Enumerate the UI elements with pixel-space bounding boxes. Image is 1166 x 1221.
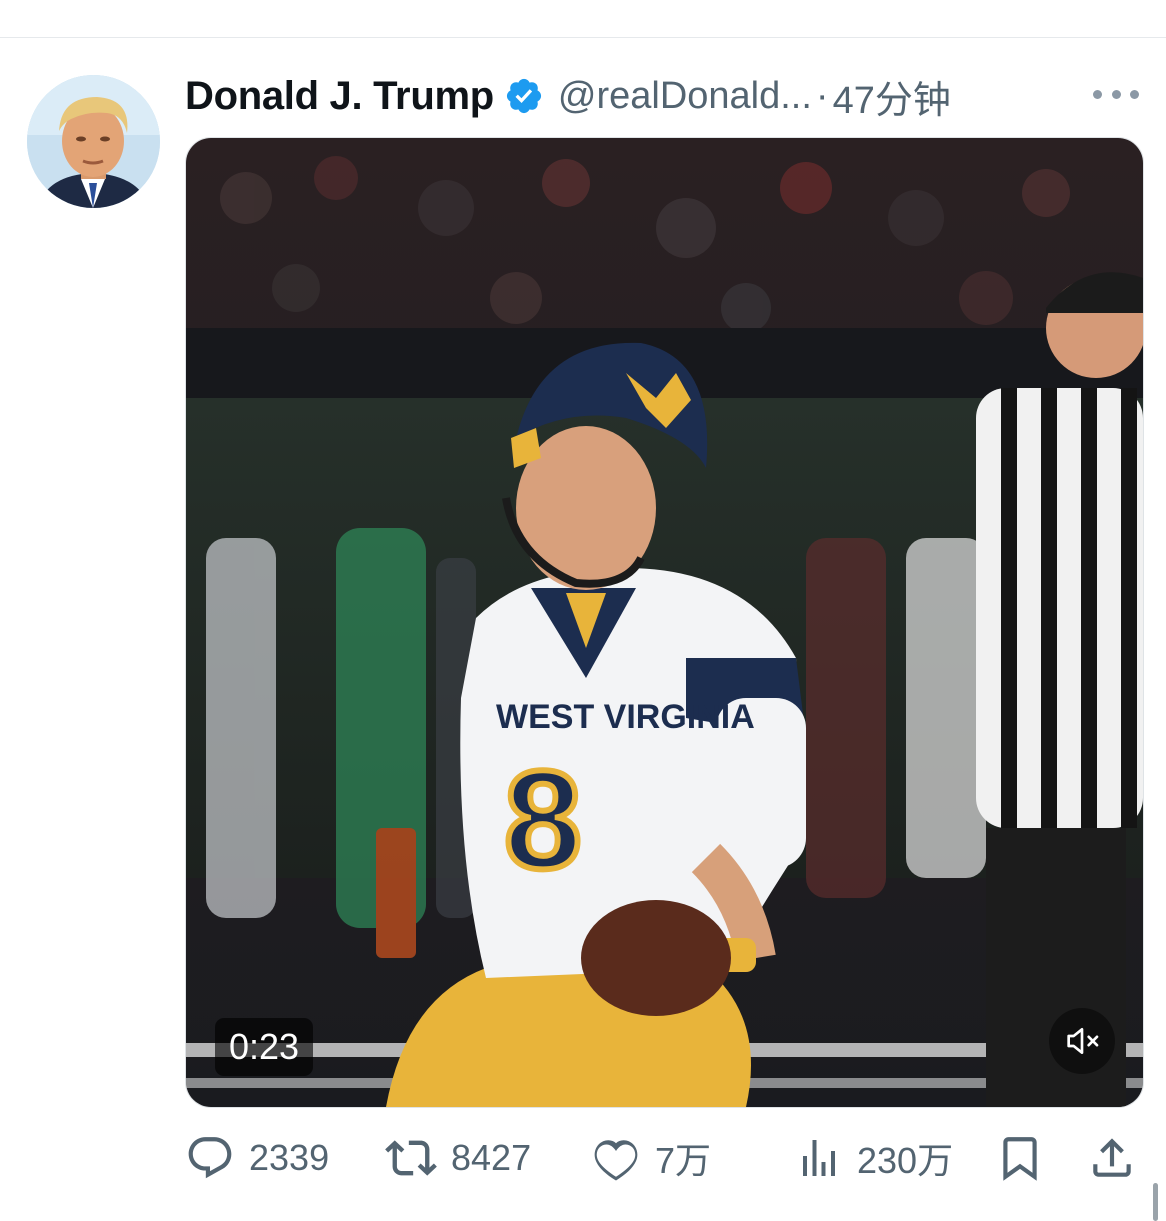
- like-button[interactable]: 7万: [591, 1130, 711, 1186]
- reply-icon: [188, 1137, 232, 1179]
- reply-count: 2339: [249, 1137, 330, 1178]
- video-frame: WEST VIRGINIA 8: [186, 138, 1143, 1107]
- like-icon: [594, 1140, 638, 1181]
- tweet-actions: 2339 8427 7万 230万: [185, 1130, 1145, 1186]
- bookmark-button[interactable]: [995, 1130, 1045, 1186]
- verified-badge-icon: [504, 76, 544, 116]
- views-button[interactable]: 230万: [795, 1130, 953, 1186]
- share-icon: [1093, 1138, 1131, 1177]
- mute-icon[interactable]: [1049, 1008, 1115, 1074]
- timestamp[interactable]: 47分钟: [833, 69, 951, 124]
- bookmark-icon: [1003, 1137, 1037, 1181]
- separator: ·: [815, 74, 829, 117]
- avatar[interactable]: [27, 75, 160, 208]
- views-icon: [803, 1140, 835, 1176]
- top-divider: [0, 37, 1166, 38]
- retweet-icon: [385, 1140, 437, 1176]
- author-name[interactable]: Donald J. Trump: [185, 74, 494, 119]
- reply-button[interactable]: 2339: [185, 1130, 329, 1186]
- scrollbar[interactable]: [1153, 1183, 1158, 1221]
- jersey-text: WEST VIRGINIA: [496, 698, 755, 736]
- author-handle[interactable]: @realDonald...: [558, 75, 812, 118]
- video-duration: 0:23: [215, 1018, 314, 1076]
- views-count: 230万: [857, 1140, 954, 1181]
- video-player[interactable]: WEST VIRGINIA 8 0:23: [185, 137, 1144, 1108]
- more-icon[interactable]: [1093, 84, 1139, 104]
- like-count: 7万: [655, 1140, 712, 1181]
- retweet-button[interactable]: 8427: [385, 1130, 531, 1186]
- jersey-number: 8: [504, 741, 582, 898]
- share-button[interactable]: [1087, 1130, 1137, 1186]
- retweet-count: 8427: [451, 1137, 532, 1178]
- tweet-header: Donald J. Trump @realDonald... · 47分钟: [185, 68, 1145, 124]
